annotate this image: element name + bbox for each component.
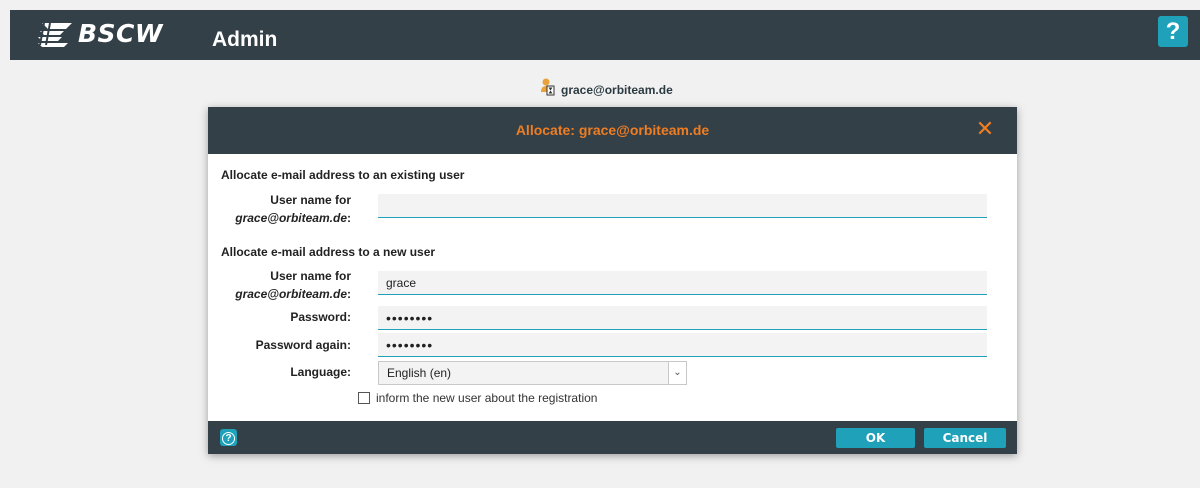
page-title: Admin <box>212 28 278 51</box>
dialog-footer: ? OK Cancel <box>208 421 1017 454</box>
user-email: grace@orbiteam.de <box>561 83 673 97</box>
new-username-label-suffix: : <box>347 287 351 301</box>
existing-username-label: User name for grace@orbiteam.de: <box>208 191 351 227</box>
inform-user-row: inform the new user about the registrati… <box>358 391 597 405</box>
existing-username-input[interactable] <box>378 194 987 218</box>
close-icon[interactable]: ✕ <box>975 118 995 140</box>
existing-username-label-suffix: : <box>347 211 351 225</box>
dialog-help-icon[interactable]: ? <box>220 429 237 446</box>
new-user-section-title: Allocate e-mail address to a new user <box>221 245 436 259</box>
dialog-title: Allocate: grace@orbiteam.de <box>515 122 710 138</box>
inform-user-checkbox[interactable] <box>358 392 370 404</box>
new-username-label: User name for grace@orbiteam.de: <box>208 267 351 303</box>
password-input[interactable]: •••••••• <box>378 306 987 330</box>
new-username-input[interactable] <box>378 271 987 295</box>
dialog-header: Allocate: grace@orbiteam.de ✕ <box>208 107 1017 154</box>
cancel-button[interactable]: Cancel <box>924 428 1006 448</box>
password-again-label: Password again: <box>255 338 351 352</box>
top-bar: BSCW Admin ? <box>10 10 1200 60</box>
user-indicator: grace@orbiteam.de <box>541 77 673 97</box>
logo-mark-icon <box>38 22 72 47</box>
ok-button[interactable]: OK <box>836 428 915 448</box>
language-label: Language: <box>290 365 351 379</box>
password-label: Password: <box>290 310 351 324</box>
language-select[interactable]: English (en) ⌄ <box>378 361 687 385</box>
new-username-label-line1: User name for <box>270 269 351 283</box>
bscw-logo[interactable]: BSCW <box>38 21 163 47</box>
chevron-down-icon[interactable]: ⌄ <box>668 362 686 384</box>
new-username-label-email: grace@orbiteam.de <box>235 287 347 301</box>
existing-user-section-title: Allocate e-mail address to an existing u… <box>221 168 465 182</box>
existing-username-label-line1: User name for <box>270 193 351 207</box>
user-clock-icon <box>541 78 555 96</box>
password-again-input[interactable]: •••••••• <box>378 333 987 357</box>
allocate-dialog: Allocate: grace@orbiteam.de ✕ Allocate e… <box>208 107 1017 454</box>
inform-user-label[interactable]: inform the new user about the registrati… <box>376 391 597 405</box>
help-button[interactable]: ? <box>1158 16 1188 47</box>
existing-username-label-email: grace@orbiteam.de <box>235 211 347 225</box>
logo-text: BSCW <box>78 19 163 48</box>
language-select-value: English (en) <box>387 366 452 380</box>
dialog-help-label: ? <box>222 432 235 445</box>
